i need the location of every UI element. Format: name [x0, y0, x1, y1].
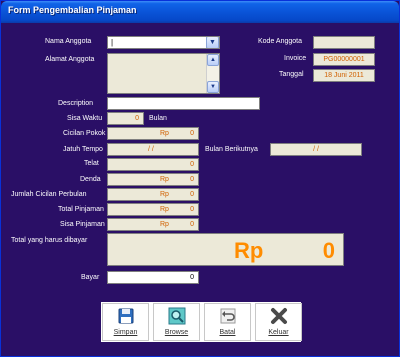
chevron-down-icon[interactable]: ▼: [206, 37, 219, 48]
telat-label: Telat: [84, 160, 99, 167]
alamat-anggota-textarea[interactable]: ▲ ▼: [107, 53, 220, 94]
alamat-scrollbar[interactable]: ▲ ▼: [206, 54, 219, 93]
cicilan-pokok-value: 0: [190, 130, 194, 137]
total-harus-dibayar-label: Total yang harus dibayar: [11, 237, 88, 244]
nama-anggota-combo[interactable]: | ▼: [107, 36, 220, 49]
jatuh-tempo-label: Jatuh Tempo: [63, 146, 103, 153]
denda-label: Denda: [80, 176, 101, 183]
batal-button[interactable]: Batal: [204, 303, 251, 341]
bulan-berikutnya-label: Bulan Berikutnya: [205, 146, 258, 153]
cicilan-pokok-label: Cicilan Pokok: [63, 130, 106, 137]
browse-button[interactable]: Browse: [153, 303, 200, 341]
cicilan-pokok-field[interactable]: Rp 0: [107, 127, 199, 140]
button-bar: Simpan Browse Batal Keluar: [101, 302, 302, 342]
total-pinjaman-value: 0: [190, 206, 194, 213]
bulan-berikutnya-field[interactable]: / /: [270, 143, 362, 156]
kode-anggota-label: Kode Anggota: [258, 38, 302, 45]
jumlah-cicilan-label: Jumlah Cicilan Perbulan: [11, 191, 87, 198]
batal-label: Batal: [219, 329, 236, 336]
currency-label: Rp: [160, 221, 169, 228]
bayar-input[interactable]: 0: [107, 271, 199, 284]
save-icon: [118, 308, 134, 324]
bulan-unit-label: Bulan: [149, 115, 167, 122]
nama-anggota-label: Nama Anggota: [45, 38, 92, 45]
jatuh-tempo-value: / /: [148, 146, 154, 153]
sisa-pinjaman-label: Sisa Pinjaman: [60, 221, 105, 228]
description-input[interactable]: [107, 97, 260, 110]
alamat-anggota-label: Alamat Anggota: [45, 56, 95, 63]
sisa-waktu-value: 0: [135, 115, 139, 122]
telat-value: 0: [190, 161, 194, 168]
currency-label: Rp: [160, 130, 169, 137]
denda-field[interactable]: Rp 0: [107, 173, 199, 186]
sisa-pinjaman-field[interactable]: Rp 0: [107, 218, 199, 231]
keluar-button[interactable]: Keluar: [255, 303, 302, 341]
total-pinjaman-field[interactable]: Rp 0: [107, 203, 199, 216]
tanggal-value: 18 Juni 2011: [324, 72, 364, 79]
currency-label: Rp: [160, 206, 169, 213]
telat-field[interactable]: 0: [107, 158, 199, 171]
form-window: Form Pengembalian Pinjaman Nama Anggota …: [0, 0, 400, 357]
kode-anggota-field[interactable]: [313, 36, 375, 49]
big-currency-label: Rp: [234, 238, 264, 263]
keluar-label: Keluar: [268, 329, 289, 336]
sisa-pinjaman-value: 0: [190, 221, 194, 228]
description-label: Description: [58, 100, 94, 107]
denda-value: 0: [190, 176, 194, 183]
currency-label: Rp: [160, 191, 169, 198]
bayar-value: 0: [190, 274, 194, 281]
jumlah-cicilan-field[interactable]: Rp 0: [107, 188, 199, 201]
magnifier-icon: [168, 307, 186, 325]
bayar-label: Bayar: [81, 274, 100, 281]
total-harus-dibayar-display: Rp 0: [107, 233, 344, 266]
simpan-label: Simpan: [113, 329, 138, 336]
sisa-waktu-label: Sisa Waktu: [67, 115, 103, 122]
currency-label: Rp: [160, 176, 169, 183]
bulan-berikutnya-value: / /: [313, 146, 319, 153]
arrow-up-icon[interactable]: ▲: [207, 54, 219, 66]
tanggal-label: Tanggal: [279, 71, 304, 78]
total-harus-dibayar-value: 0: [322, 238, 335, 263]
simpan-button[interactable]: Simpan: [102, 303, 149, 341]
invoice-label: Invoice: [284, 55, 307, 62]
jumlah-cicilan-value: 0: [190, 191, 194, 198]
title-bar[interactable]: Form Pengembalian Pinjaman: [1, 1, 399, 23]
total-pinjaman-label: Total Pinjaman: [58, 206, 104, 213]
window-title: Form Pengembalian Pinjaman: [8, 5, 137, 15]
arrow-down-icon[interactable]: ▼: [207, 81, 219, 93]
invoice-field[interactable]: PG00000001: [313, 53, 375, 66]
close-icon: [271, 308, 287, 324]
invoice-value: PG00000001: [323, 56, 365, 63]
browse-label: Browse: [164, 329, 189, 336]
tanggal-field[interactable]: 18 Juni 2011: [313, 69, 375, 82]
jatuh-tempo-field[interactable]: / /: [107, 143, 199, 156]
sisa-waktu-field[interactable]: 0: [107, 112, 144, 125]
undo-icon: [220, 308, 236, 324]
